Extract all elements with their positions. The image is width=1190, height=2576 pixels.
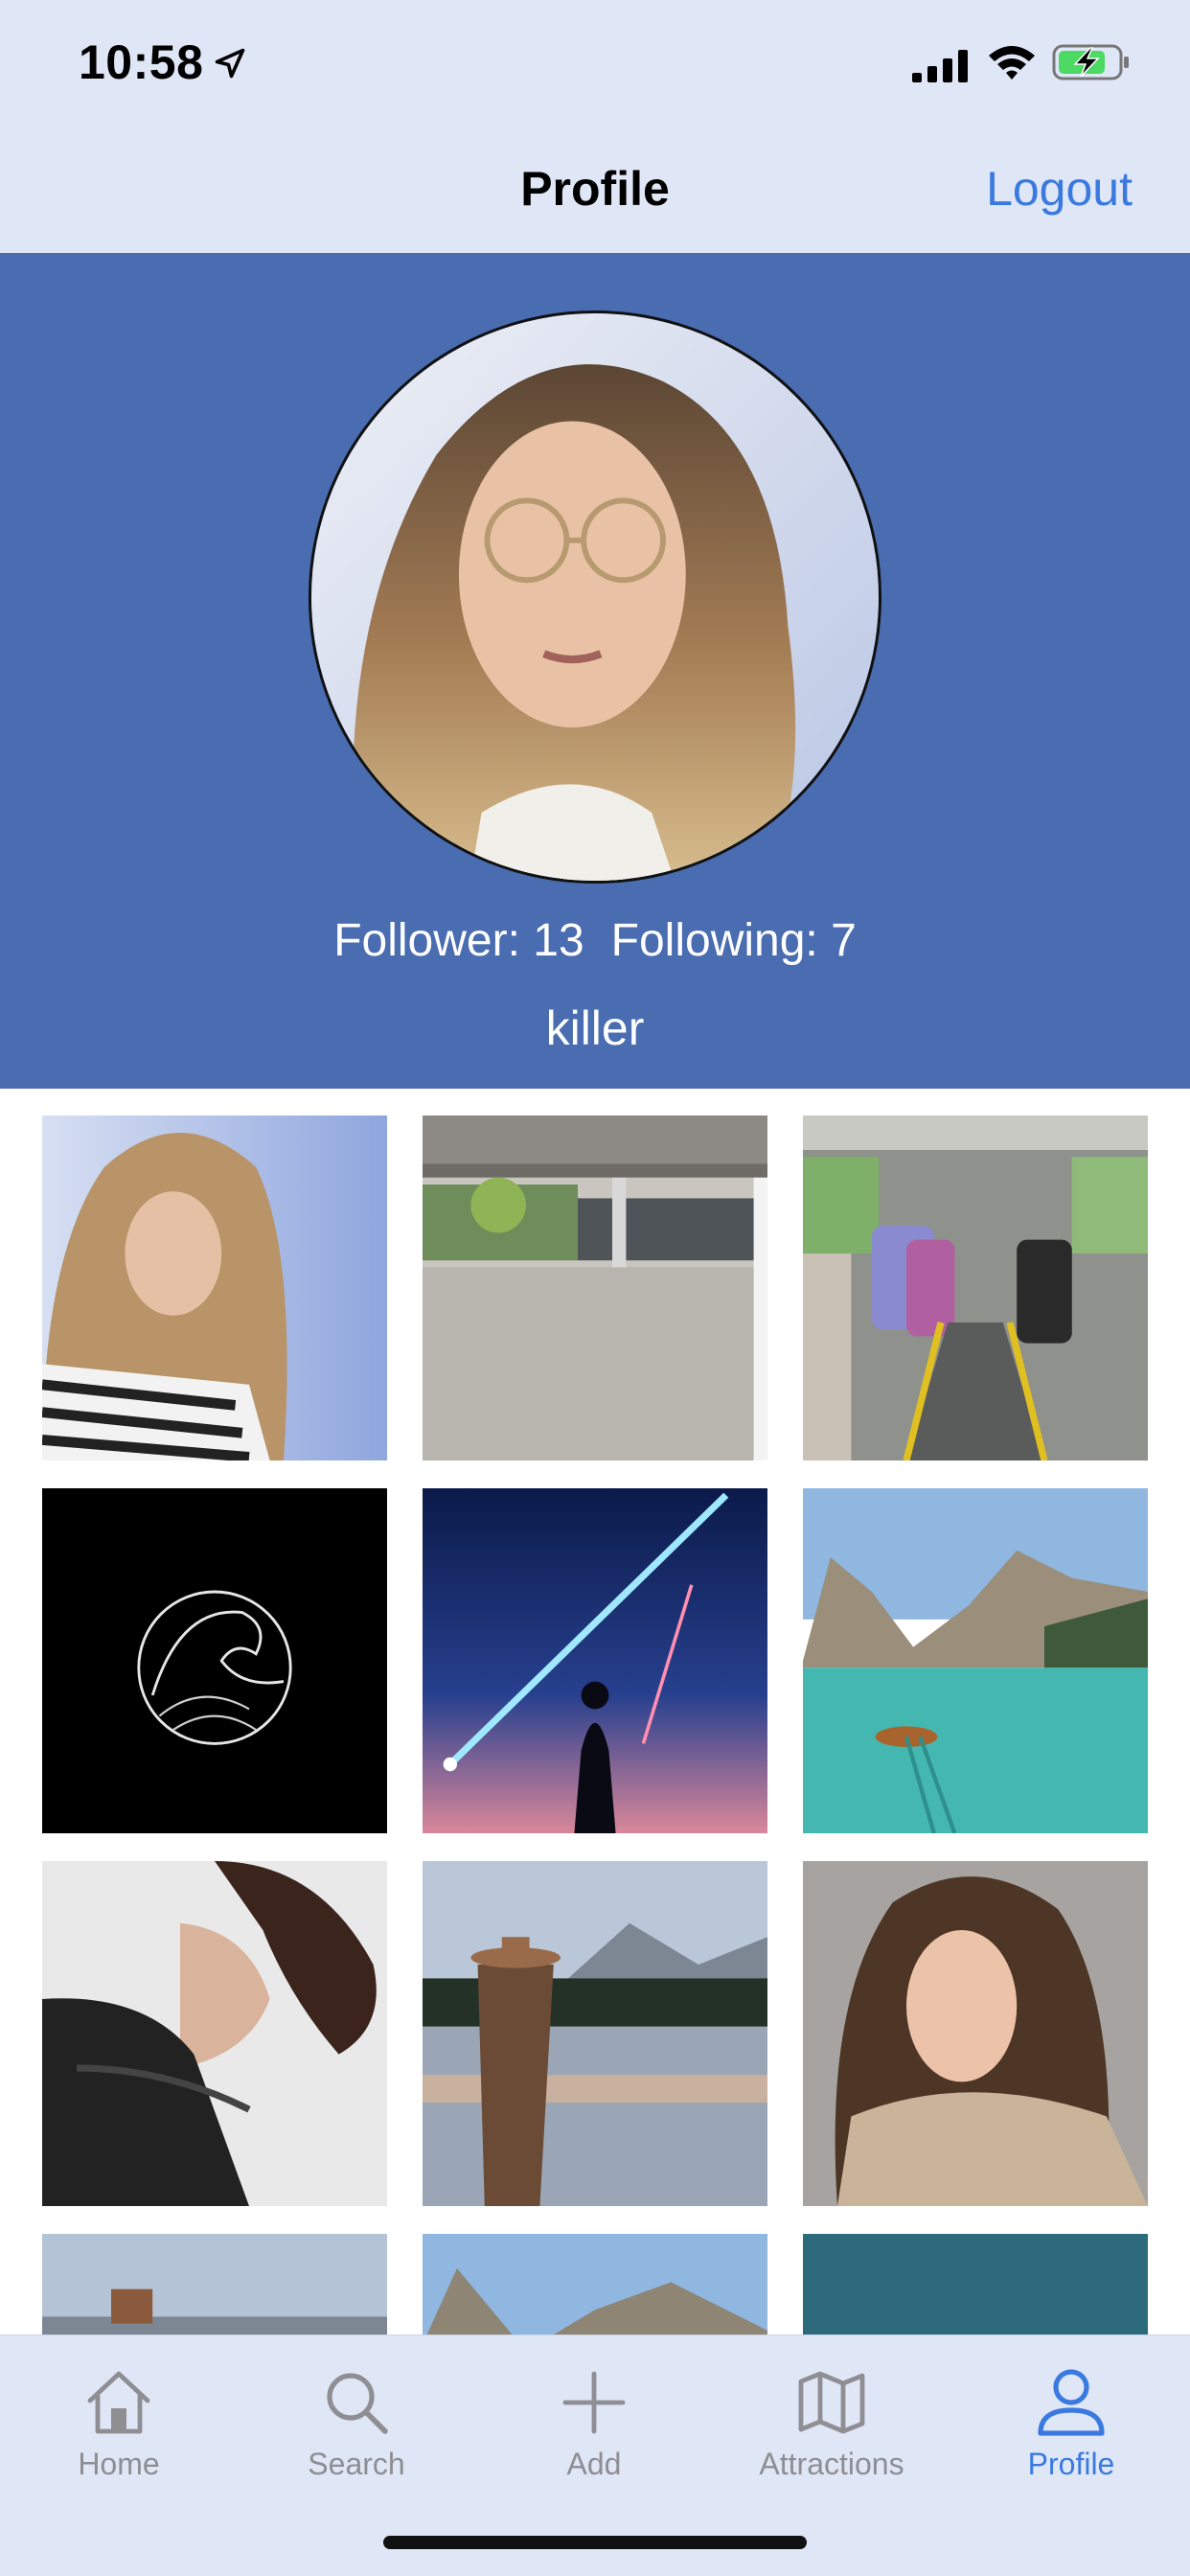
profile-header: Follower: 13 Following: 7 killer	[0, 253, 1190, 1089]
wifi-icon	[989, 46, 1035, 80]
location-arrow-icon	[215, 48, 245, 79]
home-indicator[interactable]	[383, 2536, 807, 2549]
plus-icon	[562, 2371, 626, 2434]
person-icon	[1038, 2369, 1105, 2436]
photo-mountain-lake-boat[interactable]	[803, 1488, 1148, 1833]
status-bar: 10:58	[0, 0, 1190, 134]
tab-search-label: Search	[308, 2447, 405, 2481]
photo-woman-glasses[interactable]	[42, 1116, 387, 1460]
tab-search[interactable]: Search	[238, 2364, 475, 2482]
cellular-signal-icon	[912, 50, 968, 82]
username: killer	[545, 1001, 645, 1055]
photo-covered-walkway[interactable]	[423, 1116, 767, 1460]
following-count[interactable]: Following: 7	[611, 914, 857, 967]
avatar-photo	[311, 313, 879, 881]
photo-comet-sky[interactable]	[423, 1488, 767, 1833]
tab-add-label: Add	[566, 2447, 622, 2481]
tab-profile-label: Profile	[1027, 2447, 1115, 2481]
map-icon	[798, 2371, 865, 2434]
photo-woman-hat-lake[interactable]	[423, 1861, 767, 2206]
search-icon	[327, 2373, 388, 2434]
tab-profile[interactable]: Profile	[952, 2364, 1190, 2482]
battery-charging-icon	[1052, 44, 1129, 80]
avatar[interactable]	[309, 310, 881, 884]
home-icon	[87, 2371, 150, 2434]
status-time: 10:58	[79, 35, 204, 89]
tab-home-label: Home	[78, 2447, 160, 2481]
photo-wave-drawing[interactable]	[42, 1488, 387, 1833]
tab-home[interactable]: Home	[0, 2364, 238, 2482]
photo-woman-black-dress[interactable]	[42, 1861, 387, 2206]
tab-attractions-label: Attractions	[759, 2447, 904, 2481]
photo-woman-sweater[interactable]	[803, 1861, 1148, 2206]
follow-stats: Follower: 13 Following: 7	[0, 914, 1190, 967]
logout-button[interactable]: Logout	[986, 161, 1133, 217]
photo-bus-interior[interactable]	[803, 1116, 1148, 1460]
tab-add[interactable]: Add	[475, 2364, 713, 2482]
tab-attractions[interactable]: Attractions	[713, 2364, 950, 2482]
navigation-bar: Profile Logout	[0, 134, 1190, 253]
follower-count[interactable]: Follower: 13	[333, 914, 584, 967]
